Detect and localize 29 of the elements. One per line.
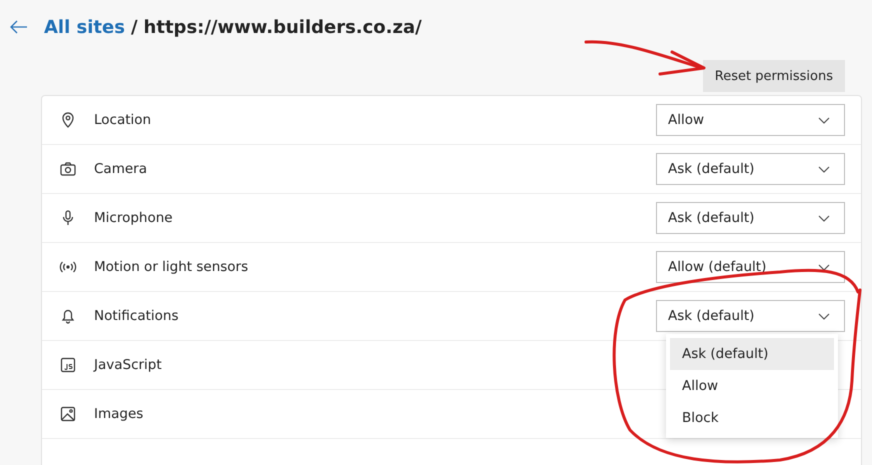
permission-dropdown[interactable]: Allow (default)	[656, 251, 845, 283]
permission-label: Motion or light sensors	[94, 259, 248, 275]
reset-permissions-button[interactable]: Reset permissions	[702, 60, 845, 92]
menu-option[interactable]: Ask (default)	[670, 338, 834, 370]
chevron-down-icon	[818, 312, 830, 320]
permission-label: Location	[94, 112, 152, 128]
permission-label: Microphone	[94, 210, 173, 226]
permission-label: Notifications	[94, 308, 178, 324]
javascript-icon	[59, 356, 77, 374]
bell-icon	[59, 307, 77, 325]
permission-dropdown[interactable]: Allow	[656, 104, 845, 136]
menu-option[interactable]: Block	[670, 402, 834, 434]
permission-dropdown[interactable]: Ask (default)	[656, 300, 845, 332]
chevron-down-icon	[818, 166, 830, 172]
permission-dropdown[interactable]: Ask (default)	[656, 202, 845, 234]
menu-option[interactable]: Allow	[670, 370, 834, 402]
chevron-down-icon	[818, 116, 830, 124]
permission-label: Camera	[94, 161, 147, 177]
site-url: https://www.builders.co.za/	[144, 16, 422, 38]
all-sites-link[interactable]: All sites	[44, 16, 125, 38]
back-arrow-icon[interactable]	[10, 20, 28, 34]
chevron-down-icon	[818, 264, 830, 270]
image-icon	[59, 405, 77, 423]
permission-label: Images	[94, 406, 144, 422]
chevron-down-icon	[818, 214, 830, 222]
permission-label: JavaScript	[94, 357, 162, 373]
permission-dropdown[interactable]: Ask (default)	[656, 153, 845, 185]
camera-icon	[59, 160, 77, 178]
breadcrumb-separator: /	[130, 16, 138, 38]
